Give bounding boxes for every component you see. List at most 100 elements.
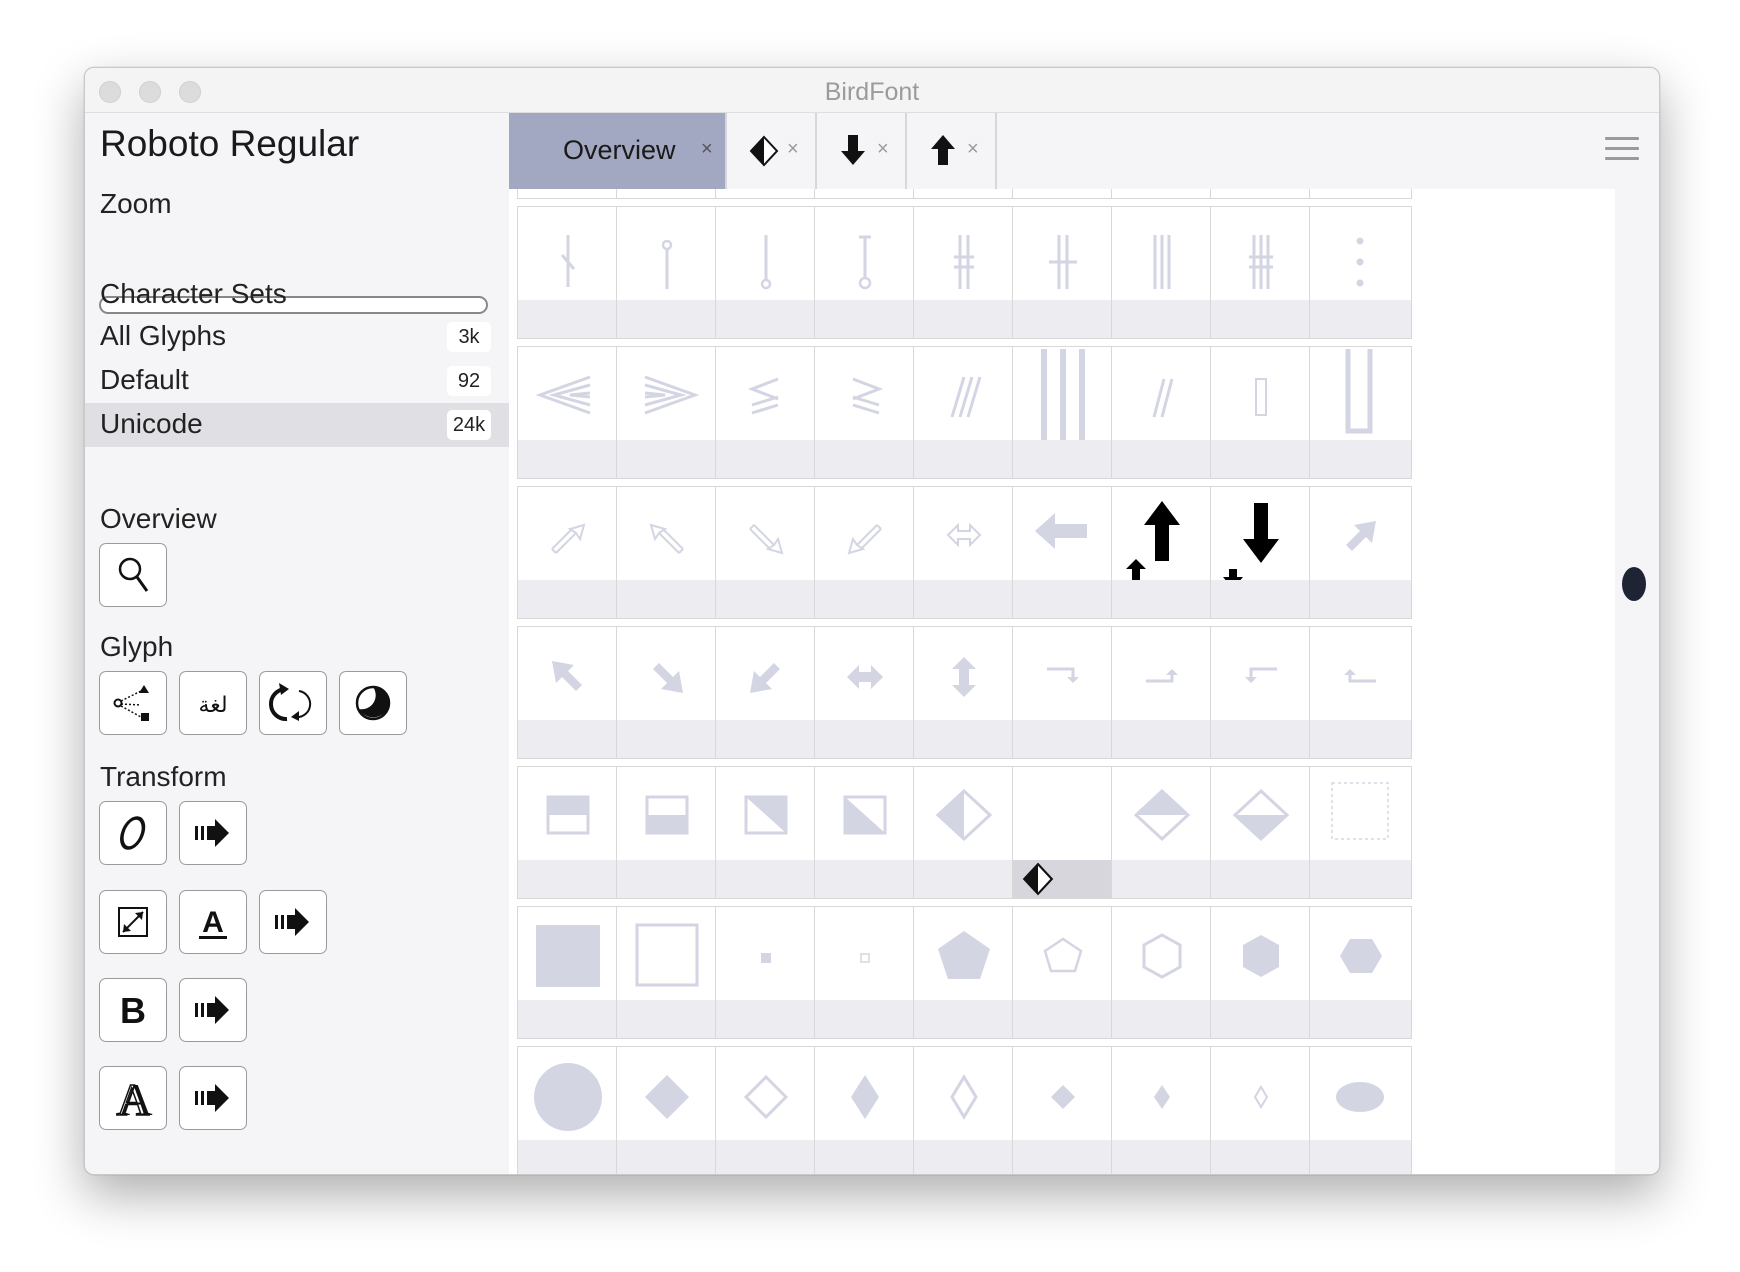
glyph-cell-hook-right-up[interactable] bbox=[1111, 626, 1214, 759]
glyph-cell-outline-arrow-sw[interactable] bbox=[814, 486, 917, 619]
glyph-cell-square-bottom-half[interactable] bbox=[616, 766, 719, 899]
glyph-cell-dotted-square[interactable] bbox=[1309, 766, 1412, 899]
glyph-cell-filled-circle[interactable] bbox=[517, 1046, 620, 1174]
glyph-cell-diamond-half-selected[interactable] bbox=[1012, 766, 1115, 899]
glyph-cell-triple-bar[interactable] bbox=[1111, 206, 1214, 339]
glyph-cell-triple-greater-equal[interactable] bbox=[814, 346, 917, 479]
glyph-cell-diamond-bottom-half[interactable] bbox=[1210, 766, 1313, 899]
tab-close-button[interactable]: × bbox=[967, 138, 979, 161]
glyph-cell-filled-pentagon[interactable] bbox=[913, 906, 1016, 1039]
glyph-cell-outline-arrow-ne[interactable] bbox=[517, 486, 620, 619]
glyph-cell-triple-slash[interactable] bbox=[913, 346, 1016, 479]
glyph-cell-arrow-ud[interactable] bbox=[913, 626, 1016, 759]
apply-resize-button[interactable] bbox=[259, 890, 327, 954]
glyph-cell-arrow-se[interactable] bbox=[616, 626, 719, 759]
glyph-cell-filled-hexagon[interactable] bbox=[1210, 906, 1313, 1039]
glyph-cell-partial[interactable] bbox=[913, 189, 1016, 199]
bold-button[interactable]: B bbox=[99, 978, 167, 1042]
glyph-cell-partial[interactable] bbox=[1111, 189, 1214, 199]
glyph-sequence-button[interactable] bbox=[99, 671, 167, 735]
glyph-cell-diamond-left-half[interactable] bbox=[913, 766, 1016, 899]
glyph-cell-heavy-arrow-left[interactable] bbox=[1012, 486, 1115, 619]
glyph-cell-outline-arrow-nw[interactable] bbox=[616, 486, 719, 619]
glyph-cell-partial[interactable] bbox=[814, 189, 917, 199]
glyph-cell-outline-diamond[interactable] bbox=[715, 1046, 818, 1174]
character-set-unicode[interactable]: Unicode 24k bbox=[85, 403, 509, 447]
apply-bold-button[interactable] bbox=[179, 978, 247, 1042]
glyph-cell-outline-arrow-lr[interactable] bbox=[913, 486, 1016, 619]
glyph-cell-small-filled-diamond[interactable] bbox=[1012, 1046, 1115, 1174]
menu-icon[interactable] bbox=[1605, 137, 1639, 167]
glyph-cell-partial[interactable] bbox=[715, 189, 818, 199]
tab-glyph-arrow-up[interactable]: × bbox=[907, 113, 995, 189]
glyph-cell-hook-left-down[interactable] bbox=[1210, 626, 1313, 759]
glyph-cell-heavy-arrow-down[interactable] bbox=[1210, 486, 1313, 619]
rotate-button[interactable] bbox=[259, 671, 327, 735]
glyph-cell-outline-arrow-se[interactable] bbox=[715, 486, 818, 619]
glyph-cell-pin-down[interactable] bbox=[715, 206, 818, 339]
tab-close-button[interactable]: × bbox=[701, 138, 713, 161]
glyph-cell-triple-left-angle[interactable] bbox=[517, 346, 620, 479]
baseline-button[interactable]: A bbox=[179, 890, 247, 954]
glyph-cell-outline-pentagon[interactable] bbox=[1012, 906, 1115, 1039]
glyph-cell-double-slash[interactable] bbox=[1111, 346, 1214, 479]
glyph-cell-hook-right-down[interactable] bbox=[1012, 626, 1115, 759]
glyph-cell-tall-rectangle[interactable] bbox=[1210, 346, 1313, 479]
resize-button[interactable] bbox=[99, 890, 167, 954]
glyph-cell-partial[interactable] bbox=[1309, 189, 1412, 199]
glyph-cell-small-filled-lozenge[interactable] bbox=[1111, 1046, 1214, 1174]
glyph-cell-pin[interactable] bbox=[616, 206, 719, 339]
apply-outline-button[interactable] bbox=[179, 1066, 247, 1130]
glyph-cell-filled-diamond[interactable] bbox=[616, 1046, 719, 1174]
italic-button[interactable] bbox=[99, 801, 167, 865]
glyph-cell-triple-less-equal[interactable] bbox=[715, 346, 818, 479]
glyph-cell-arrow-lr[interactable] bbox=[814, 626, 917, 759]
glyph-cell-small-outline-square[interactable] bbox=[814, 906, 917, 1039]
tab-overview[interactable]: Overview × bbox=[509, 113, 725, 189]
tab-glyph-arrow-down[interactable]: × bbox=[817, 113, 905, 189]
apply-italic-button[interactable] bbox=[179, 801, 247, 865]
glyph-cell-i-beam-ring[interactable] bbox=[814, 206, 917, 339]
glyph-cell-triple-cross-bar[interactable] bbox=[1210, 206, 1313, 339]
glyph-cell-partial[interactable] bbox=[1012, 189, 1115, 199]
glyph-cell-arrow-nw[interactable] bbox=[517, 626, 620, 759]
glyph-cell-broken-bar[interactable] bbox=[517, 206, 620, 339]
glyph-cell-outline-hexagon[interactable] bbox=[1111, 906, 1214, 1039]
glyph-cell-small-outline-lozenge[interactable] bbox=[1210, 1046, 1313, 1174]
glyph-cell-partial[interactable] bbox=[517, 189, 620, 199]
tab-glyph-diamond[interactable]: × bbox=[727, 113, 815, 189]
glyph-cell-filled-lozenge[interactable] bbox=[814, 1046, 917, 1174]
glyph-cell-tall-bracket[interactable] bbox=[1309, 346, 1412, 479]
glyph-cell-filled-square[interactable] bbox=[517, 906, 620, 1039]
glyph-cell-square-upper-right[interactable] bbox=[715, 766, 818, 899]
scrollbar-thumb[interactable] bbox=[1622, 567, 1646, 601]
glyph-cell-triple-right-angle[interactable] bbox=[616, 346, 719, 479]
character-set-default[interactable]: Default 92 bbox=[85, 359, 509, 403]
glyph-cell-triple-tall-bar[interactable] bbox=[1012, 346, 1115, 479]
glyph-cell-partial[interactable] bbox=[616, 189, 719, 199]
character-set-all-glyphs[interactable]: All Glyphs 3k bbox=[85, 315, 509, 359]
glyph-cell-hook-left-up[interactable] bbox=[1309, 626, 1412, 759]
glyph-cell-double-cross-bar-wide[interactable] bbox=[1012, 206, 1115, 339]
fill-button[interactable] bbox=[339, 671, 407, 735]
glyph-cell-filled-horizontal-hexagon[interactable] bbox=[1309, 906, 1412, 1039]
glyph-cell-square-lower-right[interactable] bbox=[814, 766, 917, 899]
scrollbar[interactable] bbox=[1615, 189, 1659, 1174]
glyph-cell-arrow-sw[interactable] bbox=[715, 626, 818, 759]
search-button[interactable] bbox=[99, 543, 167, 607]
glyph-cell-outline-lozenge[interactable] bbox=[913, 1046, 1016, 1174]
glyph-cell-double-cross-bar[interactable] bbox=[913, 206, 1016, 339]
glyph-cell-partial[interactable] bbox=[1210, 189, 1313, 199]
outline-button[interactable]: A A bbox=[99, 1066, 167, 1130]
glyph-cell-heavy-arrow-up[interactable] bbox=[1111, 486, 1214, 619]
glyph-cell-square-top-half[interactable] bbox=[517, 766, 620, 899]
glyph-cell-small-filled-square[interactable] bbox=[715, 906, 818, 1039]
glyph-cell-outline-square[interactable] bbox=[616, 906, 719, 1039]
glyph-cell-filled-ellipse[interactable] bbox=[1309, 1046, 1412, 1174]
tab-close-button[interactable]: × bbox=[877, 138, 889, 161]
arabic-forms-button[interactable]: لغة bbox=[179, 671, 247, 735]
glyph-cell-diamond-top-half[interactable] bbox=[1111, 766, 1214, 899]
glyph-cell-arrow-ne[interactable] bbox=[1309, 486, 1412, 619]
glyph-cell-vertical-ellipsis[interactable] bbox=[1309, 206, 1412, 339]
tab-close-button[interactable]: × bbox=[787, 138, 799, 161]
